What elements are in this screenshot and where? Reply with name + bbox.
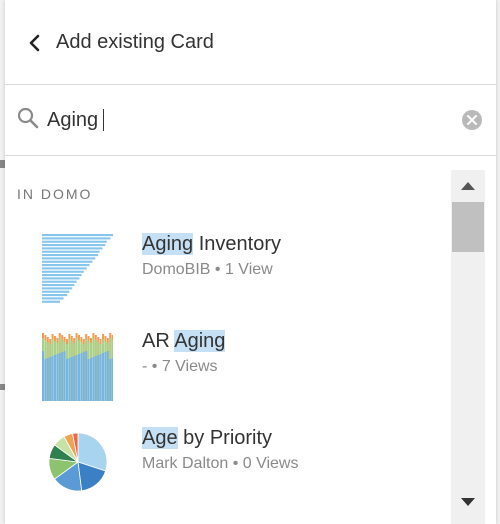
thumbnail-column-base bbox=[66, 359, 68, 401]
card-result-item[interactable]: Aging Inventory DomoBIB • 1 View bbox=[5, 230, 445, 322]
search-match-highlight: Aging bbox=[174, 330, 226, 352]
pie-chart-thumbnail bbox=[48, 432, 108, 492]
search-match-highlight: Age bbox=[142, 427, 178, 449]
triangle-up-icon bbox=[461, 182, 475, 190]
thumbnail-column-base bbox=[68, 358, 71, 401]
card-title-prefix: AR bbox=[142, 330, 175, 352]
section-label: IN DOMO bbox=[17, 186, 93, 202]
thumbnail-column-base bbox=[51, 356, 54, 401]
thumbnail-bar bbox=[42, 257, 96, 260]
add-card-panel: Add existing Card IN DOMO Aging Inventor… bbox=[5, 0, 496, 524]
thumbnail-column-base bbox=[54, 355, 56, 401]
card-title: AR Aging bbox=[142, 330, 226, 353]
card-result-item[interactable]: Age by Priority Mark Dalton • 0 Views bbox=[5, 424, 445, 516]
thumbnail-bar bbox=[42, 267, 87, 270]
back-button[interactable] bbox=[23, 30, 47, 56]
thumbnail-bar bbox=[42, 284, 75, 287]
thumbnail-bar bbox=[42, 250, 100, 253]
thumbnail-column-base bbox=[90, 358, 92, 401]
panel-title: Add existing Card bbox=[56, 31, 214, 53]
search-bar bbox=[5, 85, 496, 156]
panel-header: Add existing Card bbox=[5, 0, 496, 85]
scroll-up-button[interactable] bbox=[451, 170, 485, 200]
thumbnail-column-base bbox=[92, 357, 95, 401]
thumbnail-column-base bbox=[106, 351, 109, 401]
thumbnail-bar bbox=[42, 274, 82, 277]
thumbnail-column-base bbox=[87, 359, 90, 401]
thumbnail-column-base bbox=[49, 357, 52, 401]
search-icon bbox=[17, 107, 39, 129]
thumbnail-column-base bbox=[44, 359, 47, 401]
horizontal-bar-chart-thumbnail bbox=[42, 234, 113, 303]
thumbnail-bar bbox=[42, 260, 93, 263]
chevron-left-icon bbox=[29, 34, 40, 52]
thumbnail-bar bbox=[42, 287, 73, 290]
thumbnail-bar bbox=[42, 277, 80, 280]
thumbnail-column-base bbox=[56, 354, 59, 401]
thumbnail-column-base bbox=[94, 356, 97, 401]
thumbnail-column-base bbox=[61, 352, 64, 401]
triangle-down-icon bbox=[461, 498, 475, 506]
thumbnail-column-base bbox=[46, 358, 49, 401]
clear-icon bbox=[462, 110, 482, 130]
thumbnail-column-base bbox=[104, 352, 107, 401]
search-input[interactable] bbox=[47, 106, 407, 134]
card-title-rest: by Priority bbox=[177, 427, 273, 449]
thumbnail-bar bbox=[42, 244, 106, 247]
thumbnail-bar bbox=[42, 254, 99, 257]
thumbnail-column-base bbox=[82, 352, 85, 401]
scroll-down-button[interactable] bbox=[451, 488, 485, 518]
thumbnail-bar bbox=[42, 270, 84, 273]
card-title-rest: Inventory bbox=[193, 233, 281, 255]
thumbnail-column-base bbox=[80, 353, 83, 401]
card-meta: Mark Dalton • 0 Views bbox=[142, 455, 299, 472]
stacked-column-chart-thumbnail bbox=[42, 333, 113, 401]
scrollbar-thumb[interactable] bbox=[452, 202, 484, 252]
thumbnail-bar bbox=[42, 280, 77, 283]
thumbnail-column-base bbox=[78, 354, 80, 401]
thumbnail-column-base bbox=[99, 354, 102, 401]
thumbnail-column-base bbox=[73, 356, 76, 401]
thumbnail-column-base bbox=[75, 355, 78, 401]
thumbnail-bar bbox=[42, 300, 60, 303]
text-cursor bbox=[103, 109, 104, 131]
thumbnail-column-base bbox=[111, 358, 113, 401]
card-title: Age by Priority bbox=[142, 427, 272, 450]
card-title: Aging Inventory bbox=[142, 233, 281, 256]
card-result-item[interactable]: AR Aging - • 7 Views bbox=[5, 327, 445, 419]
thumbnail-column-base bbox=[70, 357, 73, 401]
thumbnail-bar bbox=[42, 297, 64, 300]
thumbnail-bar bbox=[42, 264, 90, 267]
thumbnail-column-base bbox=[58, 353, 61, 401]
thumbnail-bar bbox=[42, 237, 111, 240]
thumbnail-bar bbox=[42, 294, 68, 297]
thumbnail-bar bbox=[42, 247, 103, 250]
thumbnail-column-base bbox=[42, 351, 44, 401]
thumbnail-bar bbox=[42, 290, 70, 293]
search-match-highlight: Aging bbox=[142, 233, 194, 255]
thumbnail-column-base bbox=[97, 355, 100, 401]
results-scrollbar[interactable] bbox=[451, 170, 485, 524]
clear-search-button[interactable] bbox=[461, 109, 483, 131]
thumbnail-bar bbox=[42, 240, 107, 243]
thumbnail-bar bbox=[42, 234, 113, 237]
card-meta: DomoBIB • 1 View bbox=[142, 261, 273, 278]
thumbnail-column-base bbox=[63, 351, 66, 401]
thumbnail-column-base bbox=[85, 351, 88, 401]
card-meta: - • 7 Views bbox=[142, 358, 218, 375]
thumbnail-column-base bbox=[102, 353, 104, 401]
thumbnail-column-base bbox=[109, 359, 112, 401]
